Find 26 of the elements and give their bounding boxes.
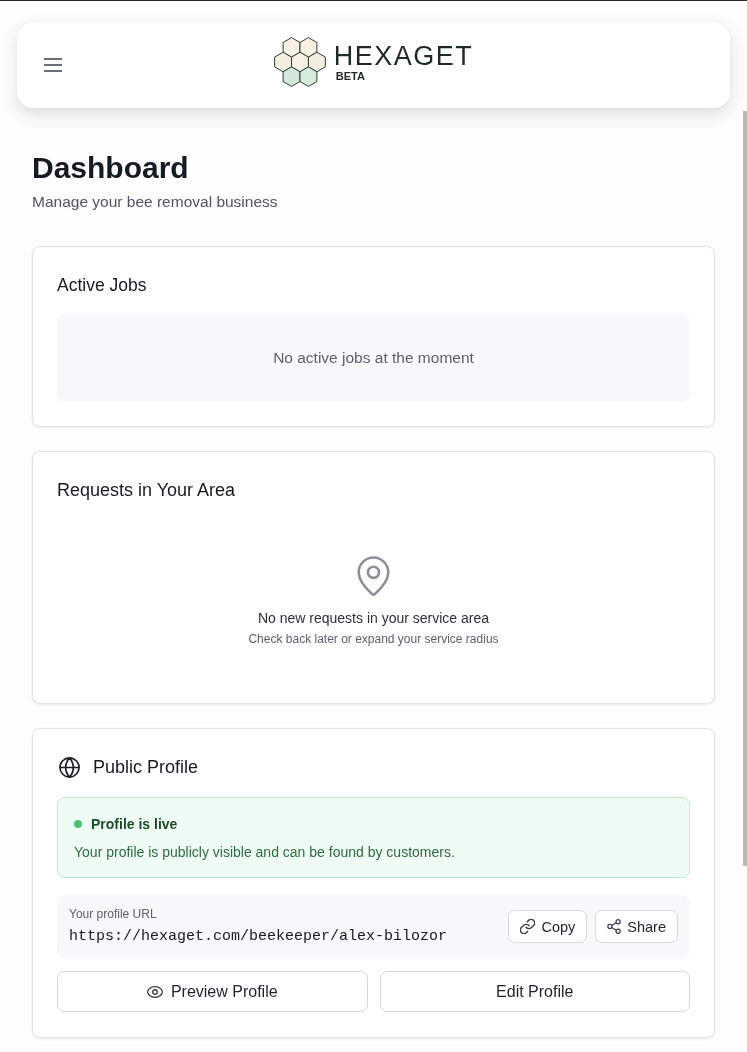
page-title: Dashboard xyxy=(32,150,190,186)
status-label: Profile is live xyxy=(91,815,178,834)
scrollbar-thumb[interactable] xyxy=(743,111,747,866)
beta-label: BETA xyxy=(335,70,365,82)
edit-profile-button[interactable]: Edit Profile xyxy=(379,971,690,1012)
empty-state-message: No active jobs at the moment xyxy=(273,348,474,368)
eye-icon xyxy=(146,985,163,998)
card-title: Active Jobs xyxy=(57,274,148,297)
empty-state-message: No new requests in your service area xyxy=(257,609,490,628)
location-pin-icon xyxy=(357,556,390,596)
preview-profile-button[interactable]: Preview Profile xyxy=(57,971,368,1012)
empty-state-hint: Check back later or expand your service radius xyxy=(248,631,499,647)
share-button[interactable]: Share xyxy=(595,910,678,943)
card-title: Public Profile xyxy=(93,756,199,779)
brand-name: HEXAGET xyxy=(333,42,474,70)
profile-url-label: Your profile URL xyxy=(69,906,158,922)
profile-url: https://hexaget.com/beekeeper/alex-bilozor xyxy=(69,927,448,947)
globe-icon xyxy=(59,756,80,778)
status-description: Your profile is publicly visible and can be found by customers. xyxy=(74,843,456,862)
honeycomb-logo-icon xyxy=(273,37,326,87)
card-title: Requests in Your Area xyxy=(57,479,237,502)
copy-button[interactable]: Copy xyxy=(508,910,588,943)
page-subtitle: Manage your bee removal business xyxy=(32,192,279,212)
link-icon xyxy=(520,919,536,934)
share-icon xyxy=(607,919,622,934)
menu-icon xyxy=(44,58,62,72)
